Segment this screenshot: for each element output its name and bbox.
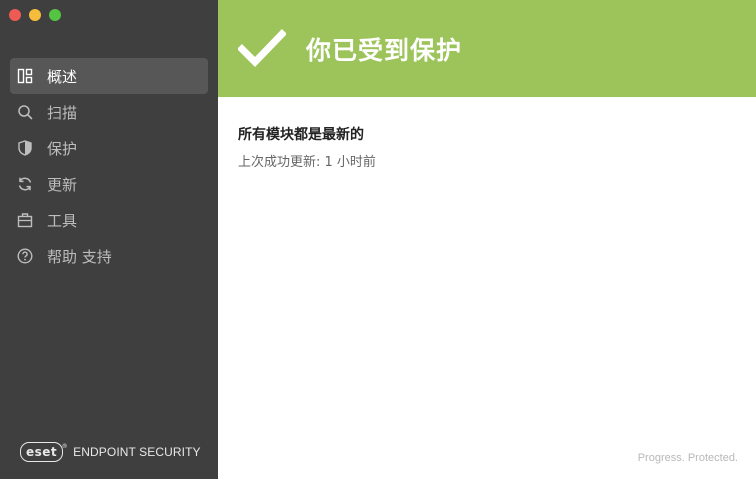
app-window: 概述 扫描 保护 更新 工具 帮助 支持 eset ® ENDPOINT SEC…: [0, 0, 756, 479]
protection-status-banner: 你已受到保护: [218, 0, 756, 97]
sidebar-item-label: 更新: [47, 175, 78, 194]
eset-logo: eset ®: [20, 442, 68, 462]
sidebar-item-label: 扫描: [47, 103, 78, 122]
status-section: 所有模块都是最新的 上次成功更新: 1 小时前: [218, 97, 756, 170]
sidebar-item-tools[interactable]: 工具: [10, 202, 208, 238]
sidebar-nav: 概述 扫描 保护 更新 工具 帮助 支持: [10, 58, 208, 274]
help-icon: [17, 248, 33, 264]
checkmark-icon: [238, 28, 286, 67]
sidebar-item-label: 概述: [47, 67, 78, 86]
search-icon: [17, 104, 33, 120]
minimize-window-button[interactable]: [29, 9, 41, 21]
sidebar-item-label: 工具: [47, 211, 78, 230]
page-title: 你已受到保护: [306, 35, 463, 65]
window-controls: [9, 9, 61, 21]
brand-logo: eset ® ENDPOINT SECURITY: [20, 442, 201, 462]
briefcase-icon: [17, 212, 33, 228]
last-update-text: 上次成功更新: 1 小时前: [238, 155, 376, 170]
sidebar-item-help[interactable]: 帮助 支持: [10, 238, 208, 274]
shield-icon: [17, 140, 33, 156]
close-window-button[interactable]: [9, 9, 21, 21]
sidebar-item-update[interactable]: 更新: [10, 166, 208, 202]
product-name: ENDPOINT SECURITY: [73, 445, 201, 459]
status-title: 所有模块都是最新的: [238, 127, 364, 143]
zoom-window-button[interactable]: [49, 9, 61, 21]
overview-icon: [17, 68, 33, 84]
refresh-icon: [17, 176, 33, 192]
main-panel: 你已受到保护 所有模块都是最新的 上次成功更新: 1 小时前 Progress.…: [218, 0, 756, 479]
sidebar: 概述 扫描 保护 更新 工具 帮助 支持 eset ® ENDPOINT SEC…: [0, 0, 218, 479]
footer-tagline: Progress. Protected.: [637, 452, 738, 464]
sidebar-item-protection[interactable]: 保护: [10, 130, 208, 166]
sidebar-item-label: 帮助 支持: [47, 247, 112, 266]
sidebar-item-overview[interactable]: 概述: [10, 58, 208, 94]
sidebar-item-label: 保护: [47, 139, 78, 158]
sidebar-item-scan[interactable]: 扫描: [10, 94, 208, 130]
